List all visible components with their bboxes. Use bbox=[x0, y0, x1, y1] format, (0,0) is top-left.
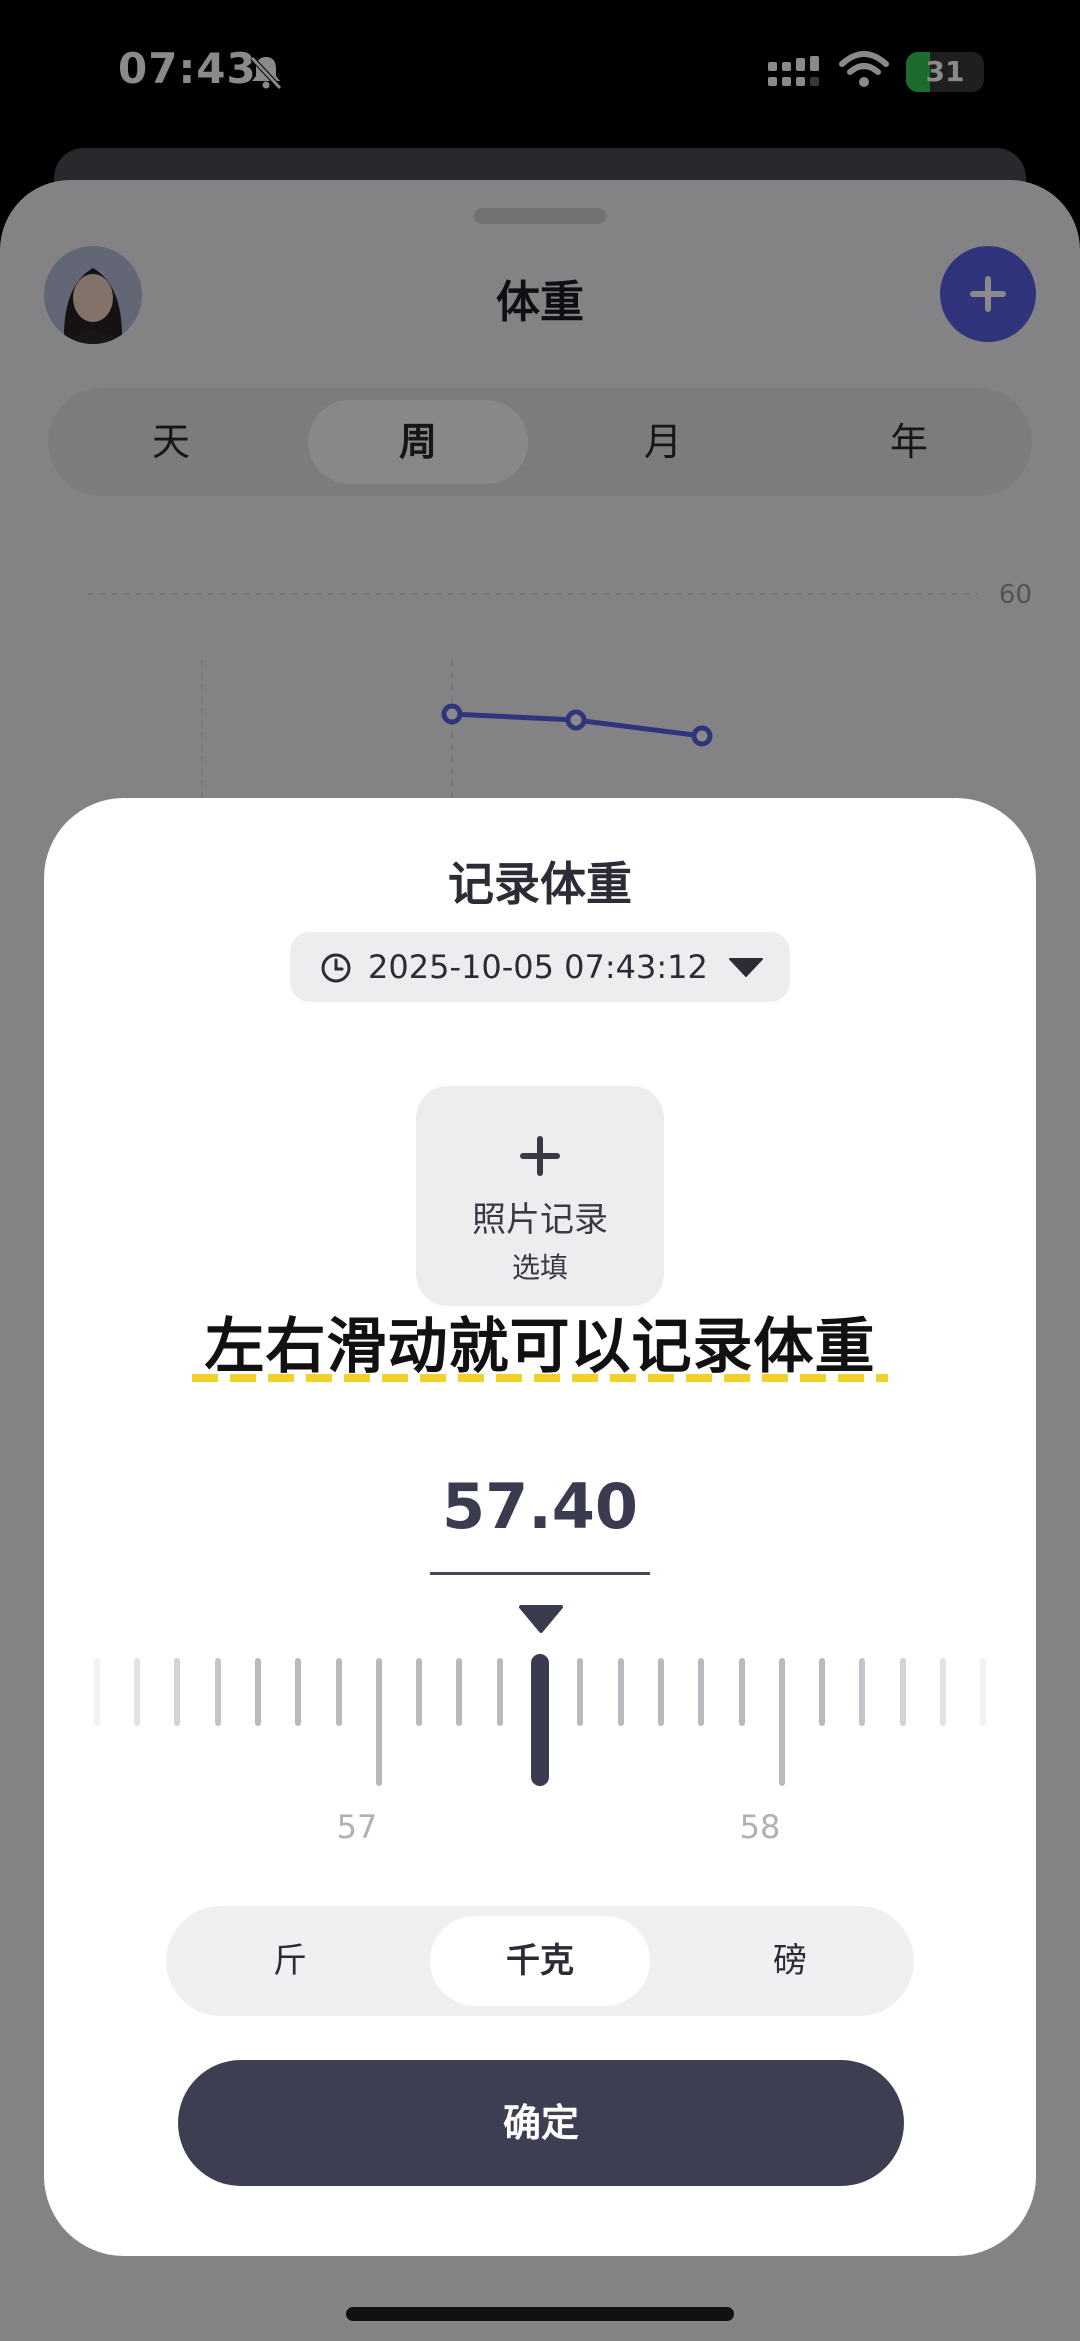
weight-ruler-slider[interactable]: 57 58 bbox=[44, 1650, 1036, 1850]
datetime-picker[interactable]: 2025-10-05 07:43:12 bbox=[290, 932, 790, 1002]
ruler-fade-right bbox=[836, 1650, 1036, 1800]
ruler-minor-tick bbox=[416, 1658, 423, 1726]
ruler-minor-tick bbox=[295, 1658, 302, 1726]
photo-label: 照片记录 bbox=[472, 1200, 608, 1240]
record-weight-modal: 记录体重 2025-10-05 07:43:12 照片记录 选填 左右滑动就可以… bbox=[44, 798, 1036, 2256]
ruler-minor-tick bbox=[617, 1658, 624, 1726]
home-indicator[interactable] bbox=[346, 2307, 734, 2321]
ruler-minor-tick bbox=[657, 1658, 664, 1726]
pointer-triangle-icon bbox=[519, 1605, 563, 1633]
caption-underline bbox=[192, 1374, 888, 1382]
datetime-text: 2025-10-05 07:43:12 bbox=[368, 948, 708, 986]
ruler-minor-tick bbox=[496, 1658, 503, 1726]
unit-lb[interactable]: 磅 bbox=[680, 1906, 900, 2016]
ruler-minor-tick bbox=[456, 1658, 463, 1726]
ruler-minor-tick bbox=[819, 1658, 826, 1726]
ruler-minor-tick bbox=[577, 1658, 584, 1726]
unit-segmented-control: 斤 千克 磅 bbox=[166, 1906, 914, 2016]
caret-down-icon bbox=[729, 958, 763, 977]
weight-underline bbox=[430, 1572, 650, 1575]
clock-icon bbox=[321, 953, 351, 983]
ruler-fade-left bbox=[44, 1650, 244, 1800]
ruler-needle bbox=[531, 1654, 549, 1786]
ruler-label-58: 58 bbox=[739, 1808, 781, 1846]
photo-optional-label: 选填 bbox=[511, 1251, 568, 1284]
ruler-major-tick bbox=[778, 1658, 785, 1786]
ruler-minor-tick bbox=[254, 1658, 261, 1726]
instruction-caption: 左右滑动就可以记录体重 bbox=[204, 1312, 876, 1382]
unit-jin[interactable]: 斤 bbox=[180, 1906, 400, 2016]
ruler-minor-tick bbox=[738, 1658, 745, 1726]
confirm-button[interactable]: 确定 bbox=[178, 2060, 904, 2186]
modal-title: 记录体重 bbox=[448, 857, 632, 911]
screen: 07:43 31 体重 天 周 月 年 60 记录体重 2025-10-05 0… bbox=[0, 0, 1080, 2341]
plus-icon bbox=[520, 1136, 560, 1176]
photo-record-button[interactable]: 照片记录 选填 bbox=[416, 1086, 664, 1306]
ruler-label-57: 57 bbox=[336, 1808, 378, 1846]
ruler-major-tick bbox=[375, 1658, 382, 1786]
ruler-minor-tick bbox=[698, 1658, 705, 1726]
weight-value: 57.40 bbox=[441, 1470, 639, 1543]
unit-kg[interactable]: 千克 bbox=[430, 1916, 650, 2006]
ruler-minor-tick bbox=[335, 1658, 342, 1726]
